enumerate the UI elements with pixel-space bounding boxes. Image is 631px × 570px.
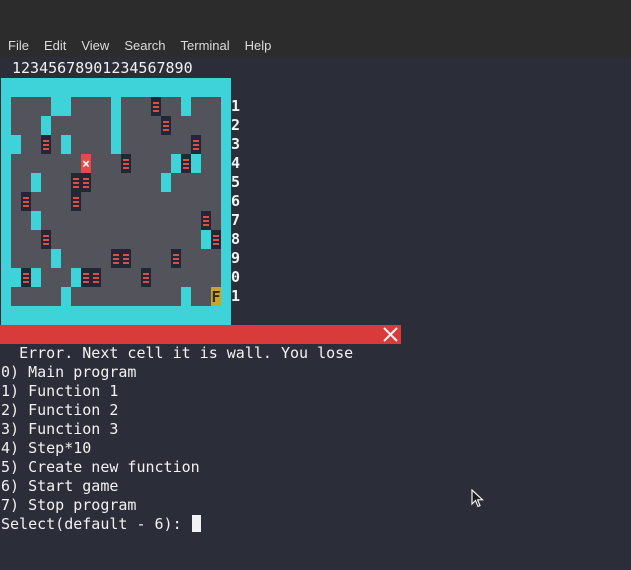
maze-wall-block [31, 173, 41, 192]
error-message: Error. Next cell it is wall. You lose [19, 344, 363, 362]
maze-crate [21, 268, 31, 287]
maze-wall-block [41, 116, 51, 135]
maze-crate [41, 230, 51, 249]
maze-wall-block [51, 249, 61, 268]
row-label: 1 [231, 97, 241, 115]
maze-wall-block [1, 116, 11, 135]
menu-option-2: 2) Function 2 [1, 401, 119, 419]
close-x-icon [381, 325, 400, 344]
maze-crate [21, 192, 31, 211]
maze-board: ×F [1, 78, 231, 325]
maze-wall-block [111, 116, 121, 135]
maze-crate [41, 135, 51, 154]
maze-crate [141, 268, 151, 287]
maze-crate [151, 97, 161, 116]
player-x-marker: × [81, 154, 91, 173]
maze-crate [171, 249, 181, 268]
input-prompt: Select(default - 6): [1, 515, 191, 533]
maze-crate [111, 249, 121, 268]
maze-wall-block [181, 287, 191, 306]
maze-wall-block [71, 268, 81, 287]
maze-crate [91, 268, 101, 287]
svg-text:F: F [211, 288, 220, 306]
menu-option-1: 1) Function 1 [1, 382, 119, 400]
svg-text:×: × [82, 157, 90, 172]
row-label: 6 [231, 192, 241, 210]
menu-option-0: 0) Main program [1, 363, 137, 381]
maze-wall-block [161, 173, 171, 192]
text-cursor [191, 515, 201, 532]
maze-crate [211, 230, 221, 249]
maze-wall-block [201, 230, 211, 249]
row-label: 7 [231, 211, 241, 229]
mouse-pointer-icon [471, 489, 485, 508]
maze-wall-block [31, 268, 41, 287]
maze-crate [201, 211, 211, 230]
maze-crate [191, 135, 201, 154]
maze-wall-block [61, 135, 71, 154]
error-message-bar: Error. Next cell it is wall. You lose [0, 325, 401, 362]
maze-crate [81, 173, 91, 192]
menu-option-6: 6) Start game [1, 477, 119, 495]
maze-crate [81, 268, 91, 287]
maze-crate [121, 154, 131, 173]
menu-option-7: 7) Stop program [1, 496, 137, 514]
menu-option-4: 4) Step*10 [1, 439, 92, 457]
maze-crate [161, 116, 171, 135]
maze-wall-block [31, 211, 41, 230]
maze-wall-block [171, 154, 181, 173]
row-label: 9 [231, 249, 241, 267]
maze-wall-block [61, 287, 71, 306]
row-label: 0 [231, 268, 241, 286]
row-label: 8 [231, 230, 241, 248]
maze-wall-block [1, 97, 11, 116]
maze-crate [181, 154, 191, 173]
maze-wall-block [1, 135, 21, 154]
maze-crate [121, 249, 131, 268]
maze-wall-block [51, 97, 71, 116]
maze-wall-block [111, 135, 121, 154]
menu-option-5: 5) Create new function [1, 458, 200, 476]
maze-wall-block [181, 97, 191, 116]
maze-wall-block [111, 97, 121, 116]
row-label: 3 [231, 135, 241, 153]
row-label: 1 [231, 287, 241, 305]
menu-option-3: 3) Function 3 [1, 420, 119, 438]
maze-crate [71, 173, 81, 192]
finish-cell: F [211, 287, 221, 306]
maze-wall-block [191, 154, 201, 173]
maze-crate [71, 192, 81, 211]
input-prompt-line[interactable]: Select(default - 6): [1, 515, 201, 534]
maze-wall-block [11, 268, 21, 287]
row-label: 4 [231, 154, 241, 172]
row-label: 2 [231, 116, 241, 134]
row-label: 5 [231, 173, 241, 191]
